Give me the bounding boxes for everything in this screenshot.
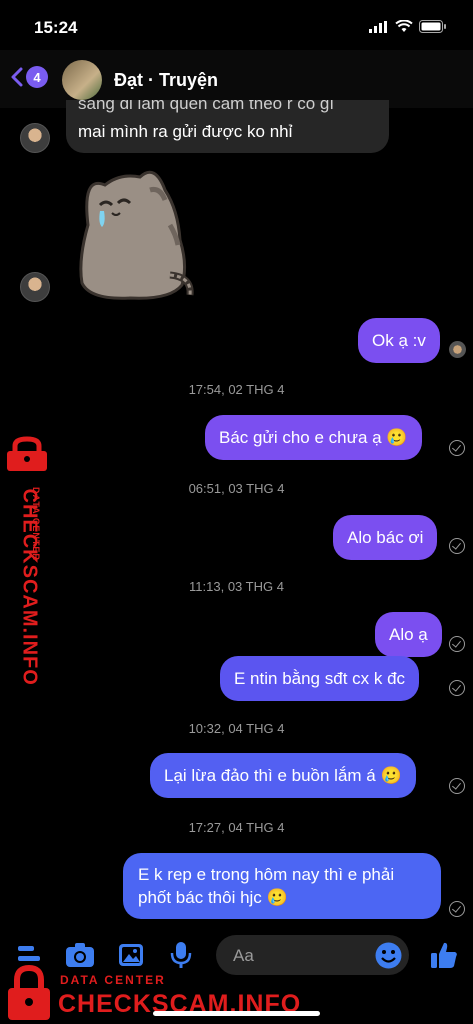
message-text: E k rep e trong hôm nay thì e phải	[138, 865, 395, 884]
sent-check-icon	[449, 680, 465, 696]
timestamp: 17:27, 04 THG 4	[188, 820, 285, 835]
watermark-lock-icon	[7, 436, 47, 471]
microphone-icon[interactable]	[170, 941, 192, 969]
contact-name[interactable]: Đạt · Truyện	[114, 70, 218, 91]
wifi-icon	[395, 20, 413, 32]
camera-icon[interactable]	[65, 942, 95, 968]
message-text: sáng đi làm quên cầm theo r có gì	[78, 100, 335, 113]
outgoing-message[interactable]: Alo ạ	[375, 612, 442, 657]
outgoing-message[interactable]: Ok ạ :v	[358, 318, 440, 363]
message-text: phốt bác thôi hjc 🥲	[138, 888, 288, 907]
incoming-message[interactable]: sáng đi làm quên cầm theo r có gì mai mì…	[66, 100, 389, 153]
outgoing-message[interactable]: E ntin bằng sđt cx k đc	[220, 656, 420, 701]
message-input-placeholder: Aa	[233, 946, 254, 965]
timestamp: 11:13, 03 THG 4	[189, 579, 284, 594]
timestamp: 10:32, 04 THG 4	[188, 721, 285, 736]
unread-badge: 4	[26, 66, 48, 88]
outgoing-message[interactable]: Bác gửi cho e chưa ạ 🥲	[205, 415, 422, 460]
chevron-left-icon	[11, 67, 23, 87]
outgoing-message[interactable]: E k rep e trong hôm nay thì e phải phốt …	[123, 853, 441, 919]
outgoing-message[interactable]: Alo bác ơi	[333, 515, 438, 560]
timestamp: 17:54, 02 THG 4	[188, 382, 285, 397]
sent-check-icon	[449, 538, 465, 554]
sent-check-icon	[449, 636, 465, 652]
battery-icon	[419, 20, 446, 33]
sender-avatar[interactable]	[20, 272, 50, 302]
sent-check-icon	[449, 778, 465, 794]
status-icons	[369, 20, 447, 33]
message-text: mai mình ra gửi được ko nhỉ	[78, 122, 293, 141]
sent-check-icon	[449, 440, 465, 456]
read-receipt-avatar	[449, 341, 466, 358]
contact-avatar[interactable]	[62, 60, 102, 100]
sender-avatar[interactable]	[20, 123, 50, 153]
back-button[interactable]: 4	[10, 66, 48, 88]
crying-cat-sticker[interactable]	[70, 165, 195, 305]
timestamp: 06:51, 03 THG 4	[188, 481, 285, 496]
emoji-icon[interactable]	[375, 942, 402, 969]
watermark-text-small: DATA CENTER	[60, 973, 166, 987]
image-icon[interactable]	[118, 942, 144, 968]
watermark-lock-icon	[8, 964, 50, 1020]
home-indicator[interactable]	[153, 1011, 320, 1016]
outgoing-message[interactable]: Lại lừa đảo thì e buồn lắm á 🥲	[150, 753, 416, 798]
status-time: 15:24	[34, 18, 78, 37]
like-icon[interactable]	[430, 940, 458, 970]
sent-check-icon	[449, 901, 465, 917]
watermark-text-small: DATA CENTER	[31, 487, 41, 561]
signal-icon	[369, 20, 387, 33]
